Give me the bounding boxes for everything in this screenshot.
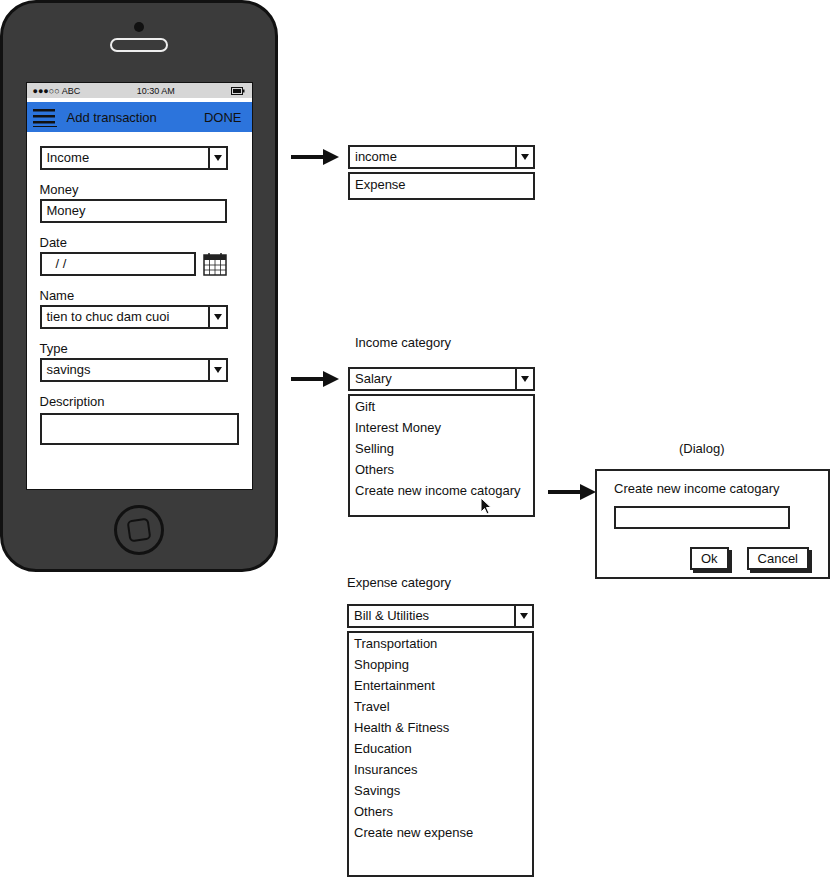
dropdown-title: Expense category (347, 574, 534, 591)
dropdown-arrow-icon (514, 606, 532, 626)
home-button[interactable] (114, 505, 164, 555)
category-name-input[interactable] (614, 506, 790, 529)
select-field[interactable]: Salary (348, 367, 535, 391)
select-field[interactable]: tien to chuc dam cuoi (40, 305, 228, 329)
arrow-icon (548, 483, 596, 501)
dialog-title: Create new income catogary (614, 480, 811, 497)
field-label: Description (40, 394, 240, 409)
form-field: Description (40, 394, 240, 445)
dropdown-option[interactable]: Health & Fitness (349, 717, 532, 738)
text-input[interactable]: Money (40, 199, 227, 223)
dropdown-option[interactable]: Selling (350, 438, 533, 459)
field-label: Date (40, 235, 240, 250)
mouse-cursor-icon (480, 497, 492, 515)
arrow-icon (291, 148, 339, 166)
screen: ●●●○○ ABC 10:30 AM Add transaction DONE Inco… (26, 82, 253, 490)
status-bar: ●●●○○ ABC 10:30 AM (27, 83, 252, 98)
form-field: Date / / (40, 235, 240, 276)
select-value: savings (42, 360, 208, 380)
phone-bottom (114, 490, 164, 569)
field-label: Type (40, 341, 240, 356)
form-field: Type savings (40, 341, 240, 382)
income-category-dropdown: Income category Salary Gift Interest Money… (348, 334, 535, 517)
wireframe-canvas: ●●●○○ ABC 10:30 AM Add transaction DONE Inco… (0, 0, 831, 879)
select-value: Bill & Utilities (349, 606, 514, 626)
date-input[interactable]: / / (40, 252, 196, 276)
dropdown-option[interactable]: Create new income catogary (350, 480, 533, 501)
dropdown-option[interactable]: Travel (349, 696, 532, 717)
phone: ●●●○○ ABC 10:30 AM Add transaction DONE Inco… (0, 0, 278, 572)
dialog: Create new income catogary Ok Cancel (595, 469, 830, 579)
dropdown-option[interactable]: Shopping (349, 654, 532, 675)
select-value: Income (42, 148, 208, 168)
field-label: Money (40, 182, 240, 197)
form-field: Income (40, 146, 240, 170)
home-square-icon (127, 517, 152, 542)
camera-icon (134, 22, 144, 32)
dialog-button[interactable]: Ok (690, 547, 729, 570)
dropdown-option[interactable]: Entertainment (349, 675, 532, 696)
dropdown-title: Income category (348, 334, 535, 351)
carrier: ●●●○○ ABC (33, 86, 81, 96)
field-label: Name (40, 288, 240, 303)
dropdown-option[interactable]: Others (349, 801, 532, 822)
select-field[interactable]: Income (40, 146, 228, 170)
transaction-form: Income Money Money Date / / Name tien to chuc … (27, 132, 252, 457)
description-input[interactable] (40, 413, 239, 445)
dropdown-option[interactable]: Savings (349, 780, 532, 801)
dropdown-option[interactable]: Insurances (349, 759, 532, 780)
dropdown-option[interactable]: Expense (350, 174, 533, 195)
select-field[interactable]: savings (40, 358, 228, 382)
battery-icon (231, 87, 245, 95)
dialog-buttons: Ok Cancel (614, 547, 811, 570)
dropdown-arrow-icon (515, 369, 533, 389)
done-button[interactable]: DONE (204, 110, 242, 125)
select-value: tien to chuc dam cuoi (42, 307, 208, 327)
clock: 10:30 AM (137, 86, 175, 96)
arrow-icon (291, 370, 339, 388)
phone-top (110, 3, 168, 82)
dropdown-list: TransportationShoppingEntertainmentTrave… (347, 631, 534, 877)
dropdown-list: Expense (348, 172, 535, 200)
menu-icon[interactable] (33, 107, 57, 127)
date-row: / / (40, 252, 240, 276)
select-field[interactable]: Bill & Utilities (347, 604, 534, 628)
expense-category-dropdown: Expense category Bill & Utilities Transpor… (347, 574, 534, 877)
dialog-button[interactable]: Cancel (747, 547, 809, 570)
dialog-caption: (Dialog) (679, 441, 725, 456)
app-title: Add transaction (67, 110, 194, 125)
type-dropdown: income Expense (348, 145, 535, 200)
select-value: Salary (350, 369, 515, 389)
dropdown-option[interactable]: Create new expense (349, 822, 532, 843)
dropdown-arrow-icon (208, 148, 226, 168)
select-field[interactable]: income (348, 145, 535, 169)
dropdown-option[interactable]: Interest Money (350, 417, 533, 438)
app-bar: Add transaction DONE (27, 102, 252, 132)
calendar-icon[interactable] (203, 252, 227, 276)
dropdown-list: Gift Interest Money Selling Others Creat… (348, 394, 535, 517)
dropdown-option[interactable]: Education (349, 738, 532, 759)
form-field: Money Money (40, 182, 240, 223)
speaker-icon (110, 38, 168, 52)
dropdown-option[interactable]: Transportation (349, 633, 532, 654)
select-value: income (350, 147, 515, 167)
dropdown-arrow-icon (515, 147, 533, 167)
dropdown-arrow-icon (208, 307, 226, 327)
dropdown-option[interactable]: Others (350, 459, 533, 480)
form-field: Name tien to chuc dam cuoi (40, 288, 240, 329)
dropdown-option[interactable]: Gift (350, 396, 533, 417)
dropdown-arrow-icon (208, 360, 226, 380)
